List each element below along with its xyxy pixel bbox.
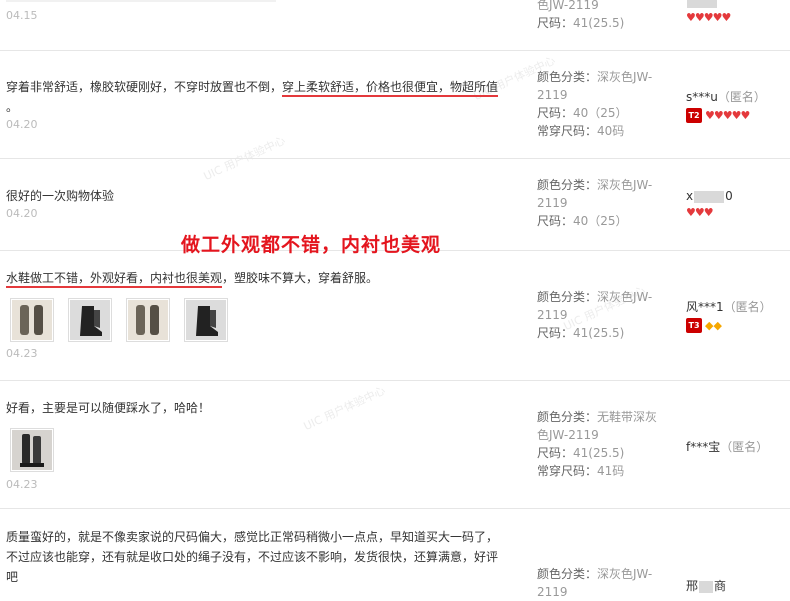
review-item: 好看，主要是可以随便踩水了，哈哈！ 04.23 颜色分类：无鞋带深灰色JW-21… bbox=[0, 381, 790, 509]
highlighted-text: 水鞋做工不错，外观好看， bbox=[6, 271, 151, 288]
color-label: 颜色分类： bbox=[537, 70, 598, 84]
boot-photo bbox=[12, 300, 52, 340]
boot-photo bbox=[12, 430, 52, 470]
review-date: 04.20 bbox=[6, 118, 38, 131]
reviewer: 风***1（匿名） T3 ◆◆ bbox=[686, 298, 772, 333]
reviewer-name: f***宝 bbox=[686, 440, 721, 454]
size-label: 尺码： bbox=[537, 214, 574, 228]
photo-thumbnail[interactable] bbox=[184, 298, 228, 342]
reviewer-name-end: 商 bbox=[714, 579, 727, 593]
size-value: 40（25） bbox=[573, 214, 628, 228]
color-label: 颜色分类： bbox=[537, 410, 598, 424]
size-label: 尺码： bbox=[537, 446, 574, 460]
reviewer-name-end: 0 bbox=[725, 189, 733, 203]
heart-icon: ♥♥♥♥♥ bbox=[686, 11, 731, 24]
size-label: 尺码： bbox=[537, 326, 574, 340]
review-photos bbox=[10, 298, 228, 342]
review-date: 04.15 bbox=[6, 9, 38, 22]
review-text: 质量蛮好的，就是不像卖家说的尺码偏大，感觉比正常码稍微小一点点，早知道买大一码了… bbox=[6, 530, 499, 584]
review-meta: 色JW-2119 尺码：41(25.5) bbox=[537, 0, 667, 32]
anonymous-tag: （匿名） bbox=[720, 440, 769, 454]
review-date: 04.23 bbox=[6, 478, 38, 491]
size-label: 尺码： bbox=[537, 106, 574, 120]
level-badge-icon: T3 bbox=[686, 318, 702, 333]
highlighted-text: 穿上柔软舒适，价格也很便宜，物超所值 bbox=[282, 80, 499, 97]
name-masked bbox=[687, 0, 717, 8]
review-text-cutoff bbox=[6, 0, 511, 8]
reviewer: f***宝（匿名） bbox=[686, 438, 768, 455]
user-rank: ♥♥♥♥♥ bbox=[686, 11, 731, 24]
usual-size-label: 常穿尺码： bbox=[537, 464, 598, 478]
review-item: 04.15 色JW-2119 尺码：41(25.5) ♥♥♥♥♥ bbox=[0, 0, 790, 51]
review-text: 很好的一次购物体验 bbox=[6, 189, 115, 203]
review-item: 质量蛮好的，就是不像卖家说的尺码偏大，感觉比正常码稍微小一点点，早知道买大一码了… bbox=[0, 509, 790, 599]
size-value: 41(25.5) bbox=[573, 16, 625, 30]
review-text: 穿着非常舒适，橡胶软硬刚好，不穿时放置也不倒，穿上柔软舒适，价格也很便宜，物超所… bbox=[6, 80, 499, 114]
review-text: 水鞋做工不错，外观好看，内衬也很美观，塑胶味不算大，穿着舒服。 bbox=[6, 268, 511, 288]
photo-thumbnail[interactable] bbox=[68, 298, 112, 342]
color-label: 颜色分类： bbox=[537, 290, 598, 304]
usual-size-value: 41码 bbox=[597, 464, 625, 478]
reviewer: ♥♥♥♥♥ bbox=[686, 0, 731, 24]
diamond-icon: ◆◆ bbox=[705, 319, 722, 332]
size-label: 尺码： bbox=[537, 16, 574, 30]
name-masked bbox=[699, 580, 714, 593]
review-meta: 颜色分类：无鞋带深灰色JW-2119 尺码：41(25.5) 常穿尺码：41码 bbox=[537, 408, 667, 480]
reviewer-name: s***u bbox=[686, 90, 718, 104]
heart-icon: ♥♥♥ bbox=[686, 206, 714, 219]
review-photos bbox=[10, 428, 54, 472]
usual-size-label: 常穿尺码： bbox=[537, 124, 598, 138]
photo-thumbnail[interactable] bbox=[126, 298, 170, 342]
reviewer-name: 风***1 bbox=[686, 300, 724, 314]
review-date: 04.23 bbox=[6, 347, 38, 360]
name-masked bbox=[694, 190, 725, 203]
reviewer: s***u（匿名） T2 ♥♥♥♥♥ bbox=[686, 88, 766, 123]
review-meta: 颜色分类：深灰色JW-2119 尺码：41(25.5) bbox=[537, 288, 667, 342]
reviewer-name-start: 邢 bbox=[686, 579, 699, 593]
review-text: 好看，主要是可以随便踩水了，哈哈！ bbox=[6, 401, 211, 415]
size-value: 41(25.5) bbox=[573, 326, 625, 340]
review-date: 04.20 bbox=[6, 207, 38, 220]
color-label: 颜色分类： bbox=[537, 178, 598, 192]
user-rank: T3 ◆◆ bbox=[686, 318, 772, 333]
boot-photo bbox=[70, 300, 110, 340]
user-rank: ♥♥♥ bbox=[686, 206, 733, 219]
anonymous-tag: （匿名） bbox=[723, 300, 772, 314]
user-rank: T2 ♥♥♥♥♥ bbox=[686, 108, 766, 123]
review-meta: 颜色分类：深灰色JW-2119 尺码：40（25） bbox=[537, 176, 667, 230]
heart-icon: ♥♥♥♥♥ bbox=[705, 109, 750, 122]
review-item: 穿着非常舒适，橡胶软硬刚好，不穿时放置也不倒，穿上柔软舒适，价格也很便宜，物超所… bbox=[0, 51, 790, 159]
review-meta: 颜色分类：深灰色JW-2119 尺码：40（25） 常穿尺码：40码 bbox=[537, 68, 667, 140]
photo-thumbnail[interactable] bbox=[10, 428, 54, 472]
size-value: 40（25） bbox=[573, 106, 628, 120]
reviewer-name-start: x bbox=[686, 189, 694, 203]
size-value: 41(25.5) bbox=[573, 446, 625, 460]
color-label: 颜色分类： bbox=[537, 567, 598, 581]
boot-photo bbox=[186, 300, 226, 340]
usual-size-value: 40码 bbox=[597, 124, 625, 138]
highlighted-text: 内衬也很美观 bbox=[150, 271, 223, 288]
review-item: 水鞋做工不错，外观好看，内衬也很美观，塑胶味不算大，穿着舒服。 04.23 颜色… bbox=[0, 251, 790, 381]
reviewer: 邢商 bbox=[686, 577, 726, 594]
reviewer: x 0 ♥♥♥ bbox=[686, 189, 733, 219]
boot-photo bbox=[128, 300, 168, 340]
level-badge-icon: T2 bbox=[686, 108, 702, 123]
photo-thumbnail[interactable] bbox=[10, 298, 54, 342]
color-value: 色JW-2119 bbox=[537, 0, 599, 12]
anonymous-tag: （匿名） bbox=[717, 90, 766, 104]
